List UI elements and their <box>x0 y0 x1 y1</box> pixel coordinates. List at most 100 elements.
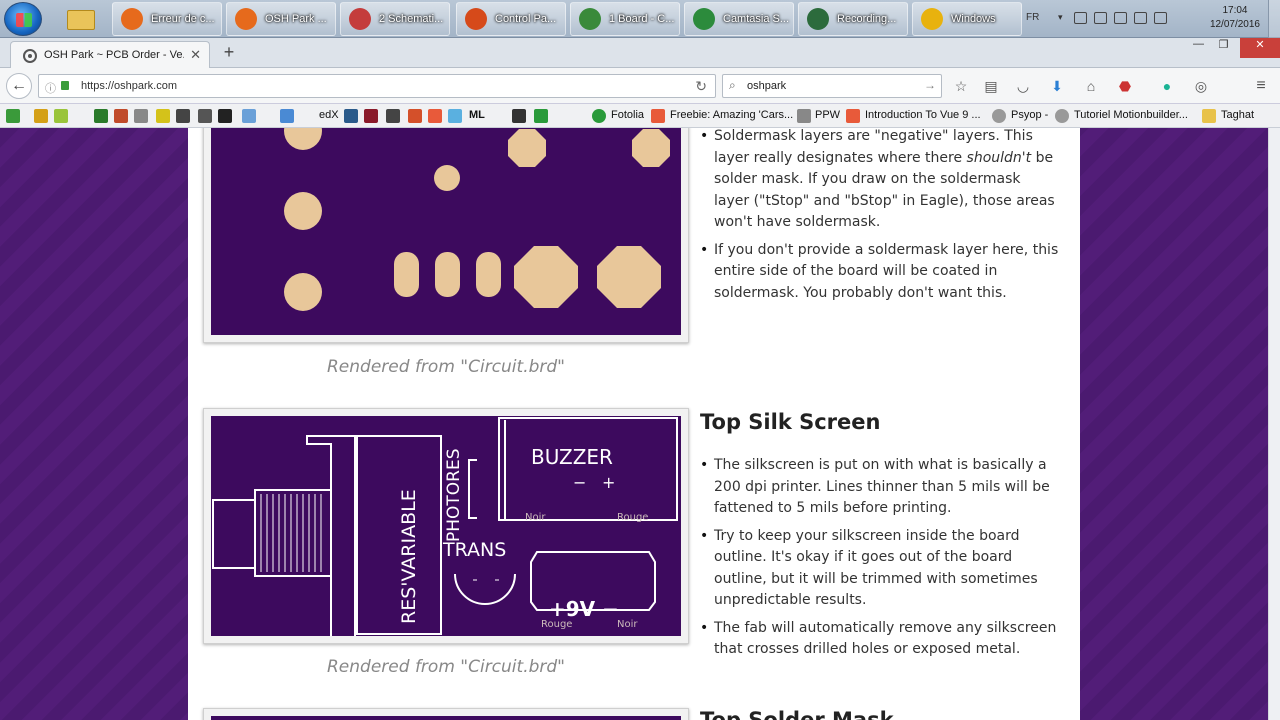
bookmark-favicon-icon[interactable] <box>364 109 378 123</box>
bookmark-favicon-icon[interactable] <box>198 109 212 123</box>
bookmark-fotolia[interactable]: Fotolia <box>611 109 644 121</box>
reading-list-icon[interactable]: ▤ <box>982 77 1000 95</box>
system-clock[interactable]: 17:04 12/07/2016 <box>1210 4 1260 32</box>
search-go-icon[interactable]: → <box>924 78 936 92</box>
bookmark-taghat[interactable]: Taghat <box>1221 109 1254 121</box>
silk-minus-label: − <box>573 473 586 492</box>
bookmark-favicon-icon[interactable] <box>176 109 190 123</box>
oshpark-favicon-icon <box>23 49 37 63</box>
adblock-icon[interactable]: ⬣ <box>1116 77 1134 95</box>
tray-flag-icon[interactable] <box>1074 12 1087 24</box>
bookmark-favicon-icon[interactable] <box>512 109 526 123</box>
taskbar-item-5[interactable]: 1 Board - C... <box>570 2 680 36</box>
psyop-icon <box>992 109 1006 123</box>
extension-icon[interactable]: ◎ <box>1192 77 1210 95</box>
ppw-icon <box>797 109 811 123</box>
bookmark-star-icon[interactable]: ☆ <box>952 77 970 95</box>
bookmark-favicon-icon[interactable] <box>242 109 256 123</box>
bookmark-ppw[interactable]: PPW <box>815 109 840 121</box>
taskbar-item-label: Camtasia S... <box>723 13 790 25</box>
taskbar-app-icon <box>807 8 829 30</box>
bookmark-favicon-icon[interactable] <box>428 109 442 123</box>
bookmark-favicon-icon[interactable] <box>448 109 462 123</box>
taskbar-app-icon <box>349 8 371 30</box>
home-icon[interactable]: ⌂ <box>1082 77 1100 95</box>
tab-oshpark[interactable]: OSH Park ~ PCB Order - Ve... ✕ <box>10 41 210 68</box>
bookmark-favicon-icon[interactable] <box>34 109 48 123</box>
language-indicator[interactable]: FR <box>1026 12 1039 23</box>
search-query: oshpark <box>747 80 787 92</box>
bookmark-favicon-icon[interactable] <box>156 109 170 123</box>
system-tray: FR ▾ 17:04 12/07/2016 <box>1020 0 1280 38</box>
url-bar[interactable]: ⓘ https://oshpark.com ↻ <box>38 74 716 98</box>
maximize-button[interactable]: ❐ <box>1210 38 1237 58</box>
bookmark-freebie[interactable]: Freebie: Amazing 'Cars... <box>670 109 793 121</box>
silk-plus-label: + <box>602 473 615 492</box>
bookmark-favicon-icon[interactable] <box>386 109 400 123</box>
tab-title: OSH Park ~ PCB Order - Ve... <box>44 49 184 61</box>
back-button[interactable]: ← <box>6 73 32 99</box>
navigation-toolbar: ← ⓘ https://oshpark.com ↻ ⌕ oshpark → ☆ … <box>0 68 1280 104</box>
bookmark-favicon-icon[interactable] <box>134 109 148 123</box>
bookmark-favicon-icon[interactable] <box>408 109 422 123</box>
silk-rouge-label-1: Rouge <box>617 512 648 523</box>
bookmark-favicon-icon[interactable] <box>344 109 358 123</box>
top-silk-screen-heading: Top Silk Screen <box>700 410 881 434</box>
bookmark-edx[interactable]: edX <box>319 109 339 121</box>
taskbar-item-1[interactable]: Erreur de c... <box>112 2 222 36</box>
explorer-icon[interactable] <box>62 4 102 34</box>
silkscreen-render: BUZZER − + Noir Rouge TRANS +9V − Rouge … <box>203 408 689 644</box>
extension-h-icon[interactable]: ● <box>1158 77 1176 95</box>
tray-device-icon[interactable] <box>1114 12 1127 24</box>
info-icon[interactable]: ⓘ <box>45 80 56 96</box>
tray-volume-icon[interactable] <box>1154 12 1167 24</box>
tray-app-icon[interactable] <box>1094 12 1107 24</box>
bookmark-motionbuilder[interactable]: Tutoriel Motionbuilder... <box>1074 109 1188 121</box>
tray-network-icon[interactable] <box>1134 12 1147 24</box>
taskbar-app-icon <box>235 8 257 30</box>
taskbar-item-3[interactable]: 2 Schemati... <box>340 2 450 36</box>
taskbar-item-label: 1 Board - C... <box>609 13 675 25</box>
taskbar-item-2[interactable]: OSH Park ... <box>226 2 336 36</box>
show-desktop-button[interactable] <box>1268 0 1280 38</box>
lock-icon <box>61 81 69 90</box>
bookmark-favicon-icon[interactable] <box>280 109 294 123</box>
bookmark-psyop[interactable]: Psyop - <box>1011 109 1048 121</box>
menu-icon[interactable]: ≡ <box>1252 77 1270 95</box>
search-bar[interactable]: ⌕ oshpark → <box>722 74 942 98</box>
taskbar-item-4[interactable]: Control Pa... <box>456 2 566 36</box>
bookmark-favicon-icon[interactable] <box>6 109 20 123</box>
taskbar-item-6[interactable]: Camtasia S... <box>684 2 794 36</box>
bookmark-favicon-icon[interactable] <box>54 109 68 123</box>
close-window-button[interactable]: ✕ <box>1240 38 1280 58</box>
page-scrollbar[interactable] <box>1268 128 1280 720</box>
taskbar-item-label: Control Pa... <box>495 13 557 25</box>
minimize-button[interactable]: — <box>1185 38 1212 58</box>
bookmark-vue[interactable]: Introduction To Vue 9 ... <box>865 109 981 121</box>
bookmark-favicon-icon[interactable] <box>114 109 128 123</box>
soldermask-bullet-2: If you don't provide a soldermask layer … <box>700 240 1060 305</box>
vue-icon <box>846 109 860 123</box>
bookmarks-toolbar: edX ML Fotolia Freebie: Amazing 'Cars...… <box>0 104 1280 128</box>
start-button[interactable] <box>4 2 42 36</box>
silk-noir-label-1: Noir <box>525 512 546 523</box>
tray-expand-icon[interactable]: ▾ <box>1058 12 1063 23</box>
taskbar-app-icon <box>465 8 487 30</box>
taskbar-app-icon <box>579 8 601 30</box>
bookmark-ml[interactable]: ML <box>469 109 485 121</box>
new-tab-button[interactable]: + <box>218 42 240 63</box>
bookmark-favicon-icon[interactable] <box>94 109 108 123</box>
soldermask-board-image <box>211 128 681 335</box>
silk-buzzer-label: BUZZER <box>531 445 613 469</box>
reload-icon[interactable]: ↻ <box>695 78 707 95</box>
silk-resvariable-label: RES'VARIABLE <box>398 489 420 624</box>
taskbar-item-8[interactable]: Windows <box>912 2 1022 36</box>
bookmark-favicon-icon[interactable] <box>218 109 232 123</box>
taskbar-item-7[interactable]: Recording... <box>798 2 908 36</box>
pocket-icon[interactable]: ◡ <box>1014 77 1032 95</box>
tab-close-icon[interactable]: ✕ <box>190 47 201 63</box>
soldermask-caption: Rendered from "Circuit.brd" <box>327 357 565 377</box>
downloads-icon[interactable]: ⬇ <box>1048 77 1066 95</box>
soldermask-bullet-list: Soldermask layers are "negative" layers.… <box>700 128 1060 304</box>
bookmark-favicon-icon[interactable] <box>534 109 548 123</box>
